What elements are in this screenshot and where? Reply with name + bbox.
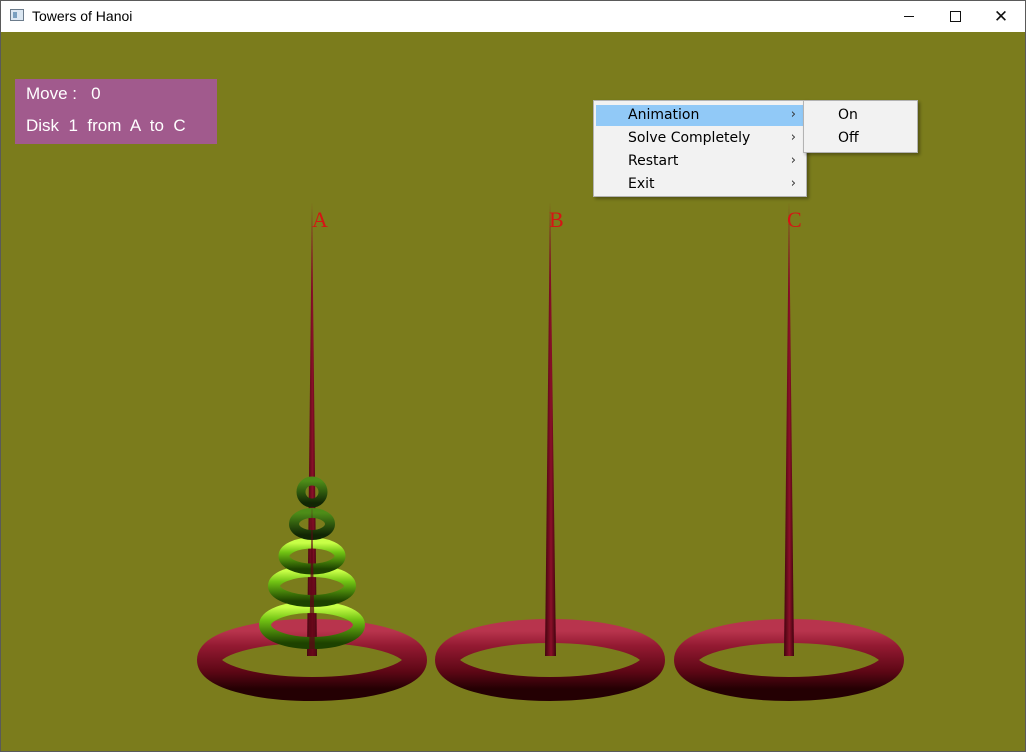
menu-item-restart[interactable]: Restart ›: [596, 151, 804, 172]
minimize-button[interactable]: [886, 1, 932, 32]
peg-label-a: A: [312, 207, 328, 232]
close-button[interactable]: ✕: [978, 1, 1024, 32]
menu-item-label: Restart: [628, 153, 679, 169]
submenu-item-label: On: [838, 107, 858, 123]
chevron-right-icon: ›: [790, 153, 796, 168]
menu-item-solve-completely[interactable]: Solve Completely ›: [596, 128, 804, 149]
peg-label-c: C: [787, 207, 802, 232]
peg-c: [784, 202, 794, 656]
menu-item-label: Solve Completely: [628, 130, 751, 146]
app-window: Towers of Hanoi ✕ Move: 0 Disk 1 from A…: [0, 0, 1026, 752]
context-menu: Animation › Solve Completely › Restart ›…: [593, 100, 807, 197]
window-title: Towers of Hanoi: [32, 8, 133, 24]
menu-item-animation[interactable]: Animation ›: [596, 105, 804, 126]
maximize-icon: [949, 11, 961, 22]
submenu-item-on[interactable]: On: [806, 105, 915, 126]
next-move: Disk 1 from A to C: [26, 116, 186, 135]
chevron-right-icon: ›: [790, 130, 796, 145]
chevron-right-icon: ›: [790, 176, 796, 191]
menu-item-label: Animation: [628, 107, 700, 123]
menu-item-label: Exit: [628, 176, 655, 192]
animation-submenu: On Off: [803, 100, 918, 153]
menu-item-exit[interactable]: Exit ›: [596, 174, 804, 195]
move-status-panel: Move : 0 Disk 1 from A to C: [15, 79, 217, 144]
minimize-icon: [904, 16, 914, 17]
move-count: Move : 0: [26, 84, 101, 103]
submenu-item-off[interactable]: Off: [806, 128, 915, 149]
submenu-item-label: Off: [838, 130, 859, 146]
peg-label-b: B: [549, 207, 564, 232]
peg-b: [545, 202, 556, 656]
title-bar[interactable]: Towers of Hanoi ✕: [1, 1, 1025, 32]
maximize-button[interactable]: [932, 1, 978, 32]
chevron-right-icon: ›: [790, 107, 796, 122]
app-icon: [10, 9, 24, 21]
close-icon: ✕: [993, 7, 1009, 26]
